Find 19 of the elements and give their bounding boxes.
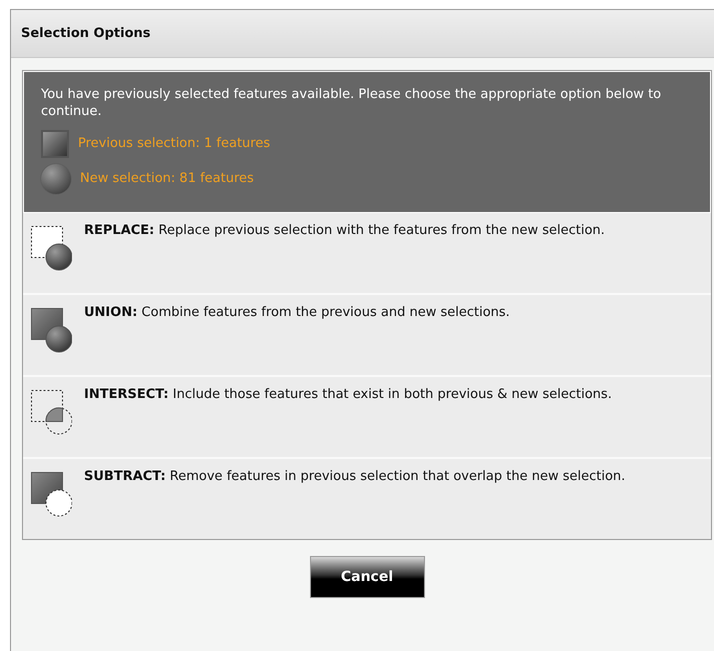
replace-icon	[30, 225, 72, 271]
option-row[interactable]: UNION: Combine features from the previous and new selections.	[23, 295, 711, 377]
option-description: SUBTRACT: Remove features in previous selection that overlap the new selection.	[84, 469, 626, 485]
circle-icon	[41, 164, 71, 194]
union-icon	[30, 307, 72, 353]
option-description: INTERSECT: Include those features that exist in both previous & new selections.	[84, 387, 613, 403]
option-row[interactable]: REPLACE: Replace previous selection with the features from the new selection.	[23, 213, 711, 295]
option-description: REPLACE: Replace previous selection with the features from the new selection.	[84, 223, 606, 239]
intro-text: You have previously selected features available. Please choose the appropriate option below to continue.	[41, 86, 662, 120]
option-row[interactable]: SUBTRACT: Remove features in previous selection that overlap the new selection.	[23, 459, 711, 539]
square-icon	[41, 130, 69, 158]
dialog-title: Selection Options	[21, 26, 150, 41]
option-row[interactable]: INTERSECT: Include those features that exist in both previous & new selections.	[23, 377, 711, 459]
intersect-icon	[30, 389, 72, 435]
cancel-button[interactable]: Cancel	[310, 556, 424, 598]
subtract-icon	[30, 471, 72, 517]
selection-label: New selection: 81 features	[80, 171, 254, 186]
option-description: UNION: Combine features from the previous and new selections.	[84, 305, 511, 321]
selection-label: Previous selection: 1 features	[78, 136, 270, 151]
